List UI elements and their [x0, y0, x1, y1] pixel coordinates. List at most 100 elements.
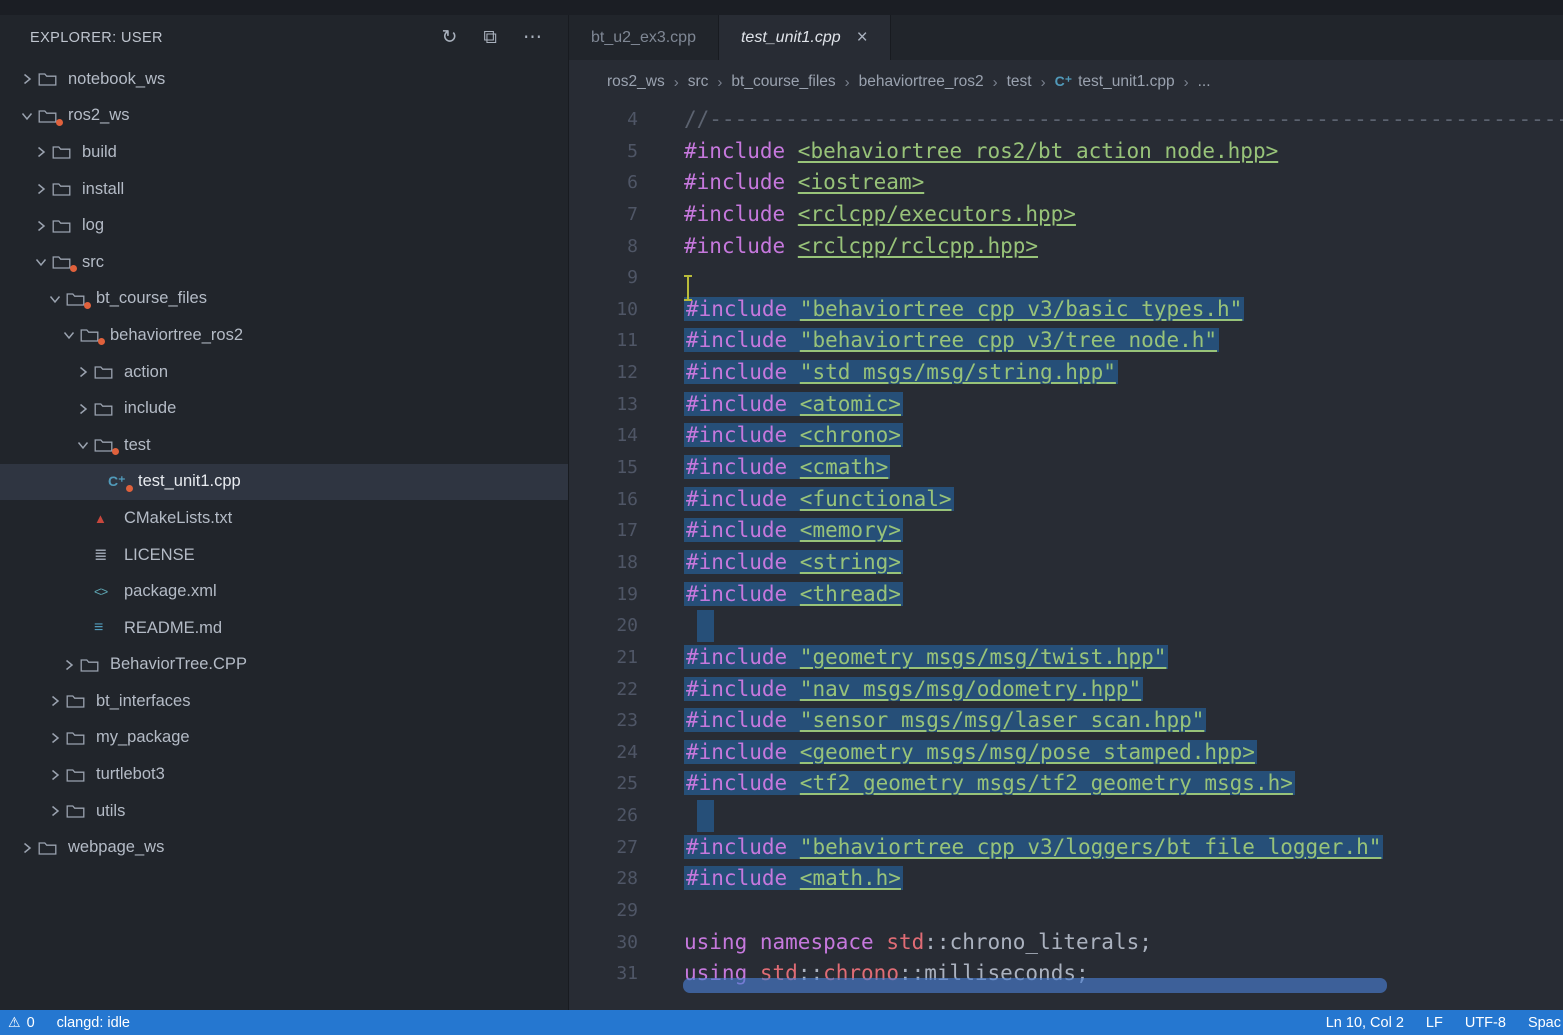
line-number[interactable]: 11	[569, 325, 638, 357]
line-number[interactable]: 30	[569, 927, 638, 959]
line-number[interactable]: 26	[569, 800, 638, 832]
code-line-20[interactable]: 20	[569, 610, 1563, 642]
line-number[interactable]: 4	[569, 104, 638, 136]
tree-item-LICENSE[interactable]: ≣LICENSE	[0, 537, 568, 574]
breadcrumb-item-behaviortree_ros2[interactable]: behaviortree_ros2	[859, 73, 984, 91]
line-number[interactable]: 24	[569, 737, 638, 769]
cursor-position-indicator[interactable]: Ln 10, Col 2	[1326, 1015, 1404, 1031]
line-number[interactable]: 13	[569, 389, 638, 421]
line-number[interactable]: 23	[569, 705, 638, 737]
tree-item-BehaviorTree.CPP[interactable]: BehaviorTree.CPP	[0, 647, 568, 684]
breadcrumb-item-...[interactable]: ...	[1198, 73, 1211, 91]
code-line-5[interactable]: 5#include <behaviortree_ros2/bt_action_n…	[569, 136, 1563, 168]
code-line-29[interactable]: 29	[569, 895, 1563, 927]
code-line-30[interactable]: 30using namespace std::chrono_literals;	[569, 927, 1563, 959]
line-number[interactable]: 32	[569, 990, 638, 995]
breadcrumb-item-src[interactable]: src	[688, 73, 709, 91]
code-line-24[interactable]: 24#include <geometry_msgs/msg/pose_stamp…	[569, 737, 1563, 769]
code-line-8[interactable]: 8#include <rclcpp/rclcpp.hpp>	[569, 231, 1563, 263]
tree-item-behaviortree_ros2[interactable]: behaviortree_ros2	[0, 317, 568, 354]
code-line-10[interactable]: 10#include "behaviortree_cpp_v3/basic_ty…	[569, 294, 1563, 326]
code-line-28[interactable]: 28#include <math.h>	[569, 863, 1563, 895]
tree-item-log[interactable]: log	[0, 207, 568, 244]
tree-item-CMakeLists.txt[interactable]: ▲CMakeLists.txt	[0, 500, 568, 537]
tree-item-turtlebot3[interactable]: turtlebot3	[0, 756, 568, 793]
language-server-status[interactable]: clangd: idle	[57, 1015, 130, 1031]
md-file-icon: ≡	[94, 619, 124, 637]
line-number[interactable]: 20	[569, 610, 638, 642]
code-editor[interactable]: 4//-------------------------------------…	[569, 104, 1563, 995]
tree-item-utils[interactable]: utils	[0, 793, 568, 830]
code-line-22[interactable]: 22#include "nav_msgs/msg/odometry.hpp"	[569, 674, 1563, 706]
code-line-13[interactable]: 13#include <atomic>	[569, 389, 1563, 421]
problems-indicator[interactable]: ⚠ 0	[8, 1014, 35, 1031]
line-number[interactable]: 5	[569, 136, 638, 168]
line-number[interactable]: 21	[569, 642, 638, 674]
code-line-15[interactable]: 15#include <cmath>	[569, 452, 1563, 484]
horizontal-scrollbar[interactable]	[683, 978, 1387, 993]
line-number[interactable]: 18	[569, 547, 638, 579]
code-line-4[interactable]: 4//-------------------------------------…	[569, 104, 1563, 136]
tree-item-ros2_ws[interactable]: ros2_ws	[0, 98, 568, 135]
code-line-11[interactable]: 11#include "behaviortree_cpp_v3/tree_nod…	[569, 325, 1563, 357]
tree-item-bt_course_files[interactable]: bt_course_files	[0, 281, 568, 318]
line-number[interactable]: 7	[569, 199, 638, 231]
code-line-17[interactable]: 17#include <memory>	[569, 515, 1563, 547]
more-actions-icon[interactable]: ⋯	[523, 28, 542, 47]
line-number[interactable]: 25	[569, 768, 638, 800]
tree-item-action[interactable]: action	[0, 354, 568, 391]
tree-item-test[interactable]: test	[0, 427, 568, 464]
code-line-23[interactable]: 23#include "sensor_msgs/msg/laser_scan.h…	[569, 705, 1563, 737]
tree-item-README.md[interactable]: ≡README.md	[0, 610, 568, 647]
tree-item-src[interactable]: src	[0, 244, 568, 281]
code-line-6[interactable]: 6#include <iostream>	[569, 167, 1563, 199]
code-line-25[interactable]: 25#include <tf2_geometry_msgs/tf2_geomet…	[569, 768, 1563, 800]
breadcrumb-item-test_unit1.cpp[interactable]: C⁺test_unit1.cpp	[1055, 73, 1175, 91]
line-number[interactable]: 19	[569, 579, 638, 611]
line-number[interactable]: 8	[569, 231, 638, 263]
line-number[interactable]: 14	[569, 420, 638, 452]
code-line-12[interactable]: 12#include "std_msgs/msg/string.hpp"	[569, 357, 1563, 389]
code-line-9[interactable]: 9	[569, 262, 1563, 294]
line-number[interactable]: 10	[569, 294, 638, 326]
eol-indicator[interactable]: LF	[1426, 1015, 1443, 1031]
line-number[interactable]: 16	[569, 484, 638, 516]
code-line-27[interactable]: 27#include "behaviortree_cpp_v3/loggers/…	[569, 832, 1563, 864]
code-line-21[interactable]: 21#include "geometry_msgs/msg/twist.hpp"	[569, 642, 1563, 674]
encoding-indicator[interactable]: UTF-8	[1465, 1015, 1506, 1031]
line-number[interactable]: 27	[569, 832, 638, 864]
tree-item-bt_interfaces[interactable]: bt_interfaces	[0, 683, 568, 720]
code-line-19[interactable]: 19#include <thread>	[569, 579, 1563, 611]
tab-bt_u2_ex3.cpp[interactable]: bt_u2_ex3.cpp	[569, 15, 719, 60]
tab-close-icon[interactable]: ×	[857, 28, 868, 47]
collapse-folders-icon[interactable]: ⧉	[483, 28, 497, 47]
code-line-7[interactable]: 7#include <rclcpp/executors.hpp>	[569, 199, 1563, 231]
breadcrumb-item-bt_course_files[interactable]: bt_course_files	[731, 73, 835, 91]
breadcrumb-item-ros2_ws[interactable]: ros2_ws	[607, 73, 665, 91]
refresh-icon[interactable]: ↻	[442, 28, 458, 47]
tree-item-notebook_ws[interactable]: notebook_ws	[0, 61, 568, 98]
line-number[interactable]: 17	[569, 515, 638, 547]
breadcrumb-item-test[interactable]: test	[1007, 73, 1032, 91]
line-number[interactable]: 12	[569, 357, 638, 389]
tree-item-build[interactable]: build	[0, 134, 568, 171]
indentation-indicator[interactable]: Spac	[1528, 1015, 1561, 1031]
line-number[interactable]: 9	[569, 262, 638, 294]
line-number[interactable]: 22	[569, 674, 638, 706]
tree-item-my_package[interactable]: my_package	[0, 720, 568, 757]
code-line-16[interactable]: 16#include <functional>	[569, 484, 1563, 516]
line-number[interactable]: 31	[569, 958, 638, 990]
line-number[interactable]: 29	[569, 895, 638, 927]
code-line-18[interactable]: 18#include <string>	[569, 547, 1563, 579]
line-number[interactable]: 6	[569, 167, 638, 199]
tree-item-webpage_ws[interactable]: webpage_ws	[0, 829, 568, 866]
tab-test_unit1.cpp[interactable]: test_unit1.cpp×	[719, 15, 891, 60]
tree-item-package.xml[interactable]: <>package.xml	[0, 573, 568, 610]
code-line-26[interactable]: 26	[569, 800, 1563, 832]
code-line-14[interactable]: 14#include <chrono>	[569, 420, 1563, 452]
tree-item-install[interactable]: install	[0, 171, 568, 208]
tree-item-test_unit1.cpp[interactable]: C⁺test_unit1.cpp	[0, 464, 568, 501]
line-number[interactable]: 15	[569, 452, 638, 484]
line-number[interactable]: 28	[569, 863, 638, 895]
tree-item-include[interactable]: include	[0, 390, 568, 427]
